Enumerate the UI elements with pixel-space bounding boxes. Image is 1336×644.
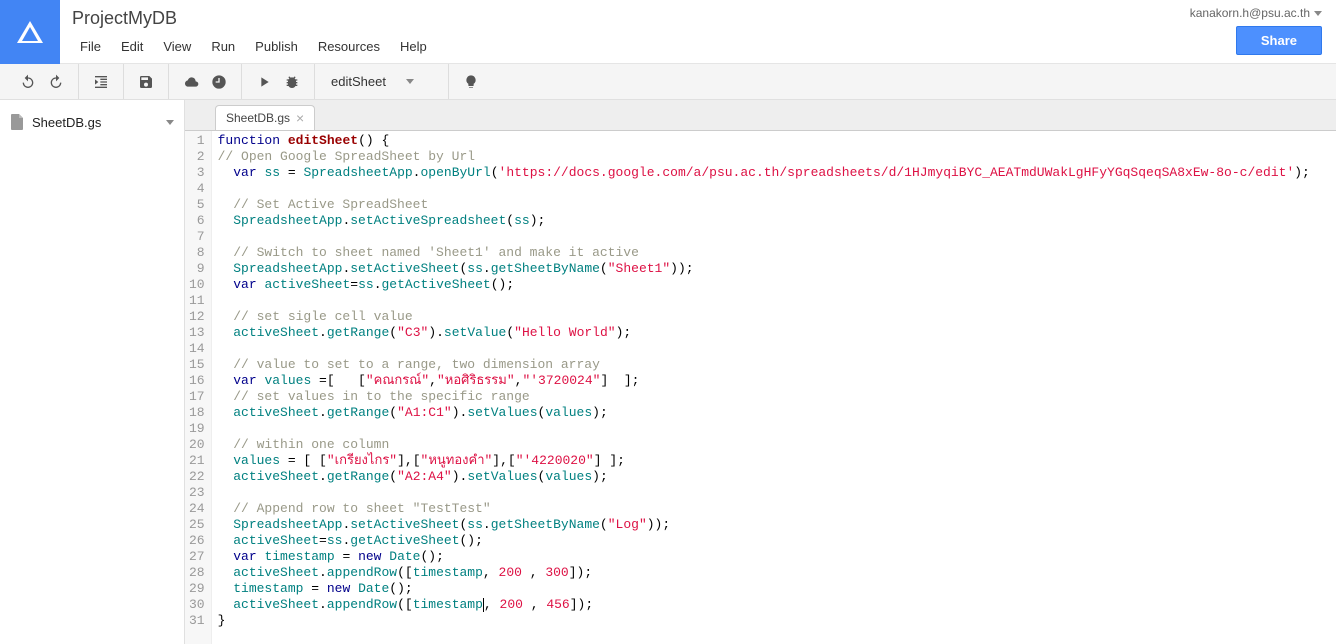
editor-tab[interactable]: SheetDB.gs × [215,105,315,130]
run-button[interactable] [250,69,278,95]
dropdown-icon [406,79,414,84]
tab-label: SheetDB.gs [226,111,290,125]
editor-area: SheetDB.gs × 123456789101112131415161718… [185,100,1336,644]
tab-close-icon[interactable]: × [296,111,304,125]
toolbar: editSheet [0,64,1336,100]
help-lightbulb-button[interactable] [457,69,485,95]
file-sidebar: SheetDB.gs [0,100,185,644]
cloud-button[interactable] [177,69,205,95]
redo-button[interactable] [42,69,70,95]
app-header: ProjectMyDB FileEditViewRunPublishResour… [0,0,1336,64]
line-gutter: 1234567891011121314151617181920212223242… [185,131,212,644]
sidebar-file-item[interactable]: SheetDB.gs [0,108,184,136]
share-button[interactable]: Share [1236,26,1322,55]
menu-publish[interactable]: Publish [245,35,308,58]
drive-logo[interactable] [0,0,60,64]
debug-button[interactable] [278,69,306,95]
header-right: kanakorn.h@psu.ac.th Share [1190,0,1336,55]
menu-help[interactable]: Help [390,35,437,58]
script-file-icon [10,114,24,130]
dropdown-icon [1314,11,1322,16]
menu-bar: FileEditViewRunPublishResourcesHelp [70,35,1190,58]
header-main: ProjectMyDB FileEditViewRunPublishResour… [60,0,1190,58]
undo-button[interactable] [14,69,42,95]
triggers-button[interactable] [205,69,233,95]
code-content[interactable]: function editSheet() {// Open Google Spr… [212,131,1310,644]
user-account-menu[interactable]: kanakorn.h@psu.ac.th [1190,6,1322,20]
dropdown-icon[interactable] [166,120,174,125]
menu-file[interactable]: File [70,35,111,58]
sidebar-file-label: SheetDB.gs [32,115,101,130]
document-title[interactable]: ProjectMyDB [70,4,179,33]
main-content: SheetDB.gs SheetDB.gs × 1234567891011121… [0,100,1336,644]
editor-tabs: SheetDB.gs × [185,100,1336,130]
user-email-label: kanakorn.h@psu.ac.th [1190,6,1310,20]
menu-run[interactable]: Run [201,35,245,58]
code-editor[interactable]: 1234567891011121314151617181920212223242… [185,130,1336,644]
function-selector[interactable]: editSheet [323,72,440,91]
menu-view[interactable]: View [153,35,201,58]
menu-resources[interactable]: Resources [308,35,390,58]
indent-button[interactable] [87,69,115,95]
function-selected-label: editSheet [331,74,386,89]
save-button[interactable] [132,69,160,95]
menu-edit[interactable]: Edit [111,35,153,58]
